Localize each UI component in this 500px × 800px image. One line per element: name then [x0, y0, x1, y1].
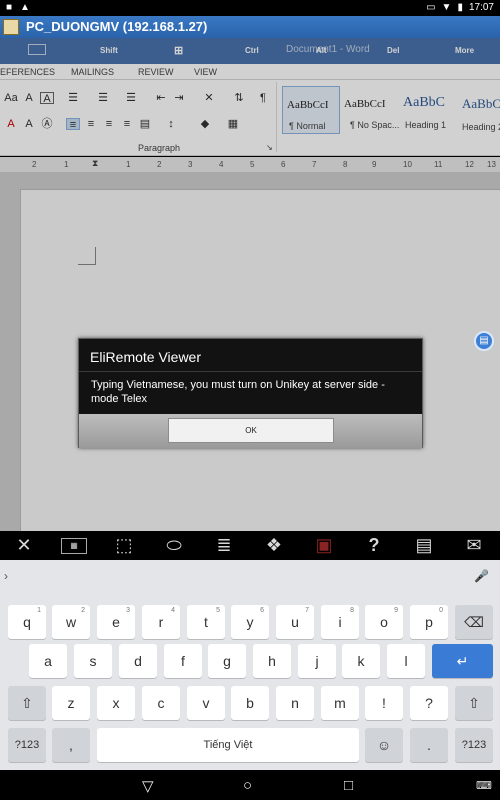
key-k[interactable]: k: [342, 644, 380, 678]
enter-icon[interactable]: ↵: [432, 644, 493, 678]
window-title: PC_DUONGMV (192.168.1.27): [26, 19, 208, 34]
wrench-icon[interactable]: ✕: [11, 534, 37, 556]
microphone-icon[interactable]: 🎤: [474, 569, 489, 583]
backspace-icon[interactable]: ⌫: [455, 605, 493, 639]
key-t[interactable]: t5: [187, 605, 225, 639]
key-q[interactable]: q1: [8, 605, 46, 639]
key-o[interactable]: o9: [365, 605, 403, 639]
key-z[interactable]: z: [52, 686, 90, 720]
keyboard-switch-icon[interactable]: ⌨: [476, 779, 492, 792]
mouse-icon[interactable]: ⬭: [161, 534, 187, 556]
list-icon[interactable]: ▤: [411, 534, 437, 556]
key-e[interactable]: e3: [97, 605, 135, 639]
key-g[interactable]: g: [208, 644, 246, 678]
status-time: 17:07: [468, 2, 494, 13]
mail-icon[interactable]: ✉: [461, 534, 487, 556]
dialog-message: Typing Vietnamese, you must turn on Unik…: [91, 379, 385, 405]
key-l[interactable]: l: [387, 644, 425, 678]
battery-icon: ▮: [457, 2, 463, 13]
windows-icon[interactable]: ❖: [261, 534, 287, 556]
key-a[interactable]: a: [29, 644, 67, 678]
screen: ■ ▲ ▭ ▼ ▮ 17:07 PC_DUONGMV (192.168.1.27…: [0, 0, 500, 800]
symbols-key-left[interactable]: ?123: [8, 728, 46, 762]
key-d[interactable]: d: [119, 644, 157, 678]
symbols-key-right[interactable]: ?123: [455, 728, 493, 762]
dialog-button-bar: OK: [79, 414, 422, 448]
back-icon[interactable]: ▽: [142, 777, 154, 795]
key-exclamation[interactable]: !: [365, 686, 403, 720]
window-title-bar: PC_DUONGMV (192.168.1.27): [0, 16, 500, 38]
suggestion-strip: › 🎤: [0, 560, 500, 594]
key-y[interactable]: y6: [231, 605, 269, 639]
key-s[interactable]: s: [74, 644, 112, 678]
app-icon: [3, 19, 19, 35]
clipboard-float-icon[interactable]: ▤: [474, 331, 494, 351]
warning-icon: ▲: [20, 2, 30, 13]
cast-icon: ▭: [426, 2, 436, 13]
key-m[interactable]: m: [321, 686, 359, 720]
soft-keyboard: › 🎤 q1 w2 e3 r4 t5 y6 u7 i8 o9 p0 ⌫ a s …: [0, 560, 500, 770]
wifi-icon: ▼: [441, 2, 452, 13]
key-question[interactable]: ?: [410, 686, 448, 720]
key-v[interactable]: v: [187, 686, 225, 720]
viewer-toolbar: ✕ ▦ ⬚ ⬭ ≣ ❖ ▣ ? ▤ ✉: [0, 531, 500, 560]
comma-key[interactable]: ,: [52, 728, 90, 762]
lock-icon[interactable]: ▣: [311, 534, 337, 556]
key-f[interactable]: f: [164, 644, 202, 678]
recents-icon[interactable]: □: [344, 777, 353, 794]
key-p[interactable]: p0: [410, 605, 448, 639]
menu-icon[interactable]: ≣: [211, 534, 237, 556]
key-b[interactable]: b: [231, 686, 269, 720]
keyboard-icon[interactable]: ▦: [61, 538, 87, 554]
status-bar: ■ ▲ ▭ ▼ ▮ 17:07: [0, 0, 500, 16]
key-h[interactable]: h: [253, 644, 291, 678]
shift-right-icon[interactable]: ⇧: [455, 686, 493, 720]
key-i[interactable]: i8: [321, 605, 359, 639]
navigation-bar: ▽ ○ □ ⌨: [0, 770, 500, 800]
key-r[interactable]: r4: [142, 605, 180, 639]
help-icon[interactable]: ?: [361, 534, 387, 556]
home-icon[interactable]: ○: [243, 777, 252, 794]
key-j[interactable]: j: [298, 644, 336, 678]
emoji-icon[interactable]: ☺: [365, 728, 403, 762]
modal-overlay: [0, 38, 500, 531]
period-key[interactable]: .: [410, 728, 448, 762]
shift-left-icon[interactable]: ⇧: [8, 686, 46, 720]
video-icon: ■: [6, 2, 13, 13]
dialog-divider: [79, 371, 422, 372]
key-w[interactable]: w2: [52, 605, 90, 639]
key-n[interactable]: n: [276, 686, 314, 720]
ok-button[interactable]: OK: [168, 418, 334, 443]
mouse-pointer-icon[interactable]: ⬚: [111, 534, 137, 556]
key-x[interactable]: x: [97, 686, 135, 720]
key-c[interactable]: c: [142, 686, 180, 720]
key-u[interactable]: u7: [276, 605, 314, 639]
alert-dialog: EliRemote Viewer Typing Vietnamese, you …: [78, 338, 423, 448]
expand-suggestions-icon[interactable]: ›: [4, 569, 8, 583]
space-bar[interactable]: Tiếng Việt: [97, 728, 359, 762]
dialog-title: EliRemote Viewer: [90, 349, 202, 365]
